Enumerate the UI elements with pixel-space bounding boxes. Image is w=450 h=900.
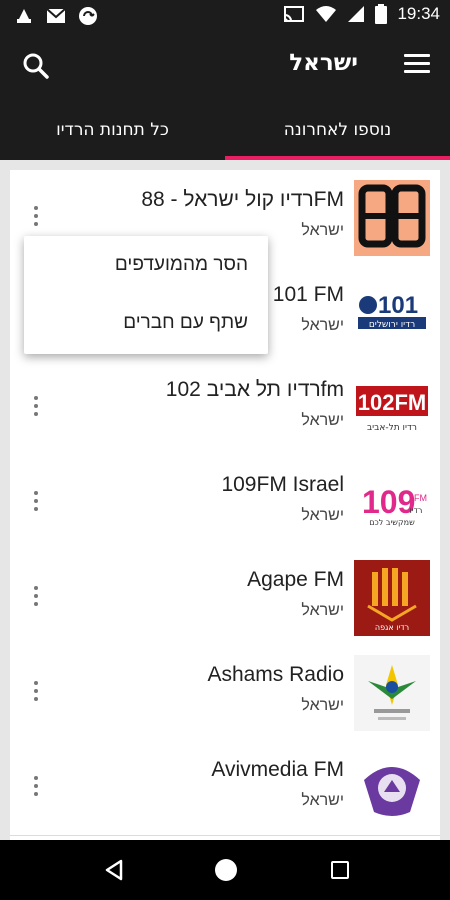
sync-icon: [79, 7, 97, 25]
search-button[interactable]: [22, 52, 50, 80]
station-name: Avivmedia FM: [211, 758, 344, 781]
status-time: 19:34: [397, 4, 440, 23]
mail-icon: [46, 8, 66, 23]
home-button[interactable]: [215, 859, 237, 881]
station-name: 101 FM: [272, 283, 344, 306]
station-country: ישראל: [301, 412, 344, 429]
menu-button[interactable]: [404, 54, 430, 76]
logo-109-icon: 109 FM רדיו שמקשיב לכם: [354, 465, 430, 541]
station-name: Agape FM: [247, 568, 344, 591]
svg-text:101: 101: [378, 292, 418, 319]
station-logo-agape: רדיו אגפה: [354, 560, 430, 636]
station-row[interactable]: 109 FM רדיו שמקשיב לכם 109FM Israel ישרא…: [10, 455, 440, 551]
remove-favorite-option[interactable]: הסר מהמועדפים: [24, 236, 268, 294]
battery-icon: [375, 4, 388, 24]
station-country: ישראל: [301, 792, 344, 809]
wifi-icon: [316, 6, 337, 22]
context-menu: הסר מהמועדפים שתף עם חברים: [24, 236, 268, 354]
logo-88-icon: [354, 180, 430, 256]
logo-agape-sub: רדיו אגפה: [375, 623, 409, 632]
more-options-button[interactable]: [32, 206, 40, 232]
station-logo-aviv: [354, 750, 430, 826]
tab-all-stations[interactable]: כל תחנות הרדיו: [0, 100, 225, 160]
station-row[interactable]: Avivmedia FM ישראל: [10, 740, 440, 836]
system-nav-bar: [0, 840, 450, 900]
station-row[interactable]: 102FM רדיו תל-אביב רדיו תל אביב 102fm יש…: [10, 360, 440, 456]
menu-icon: [404, 54, 430, 73]
signal-icon: [348, 6, 365, 22]
back-button[interactable]: [104, 859, 124, 885]
more-options-button[interactable]: [32, 396, 40, 422]
station-logo-102: 102FM רדיו תל-אביב: [354, 370, 430, 446]
svg-text:FM: FM: [414, 493, 427, 503]
search-icon: [23, 53, 49, 79]
share-option[interactable]: שתף עם חברים: [24, 294, 268, 352]
logo-aviv-icon: [354, 750, 430, 826]
station-name: Ashams Radio: [207, 663, 344, 686]
station-country: ישראל: [301, 697, 344, 714]
status-right-icons: 19:34: [283, 4, 440, 24]
logo-102-icon: 102FM רדיו תל-אביב: [354, 370, 430, 446]
station-name: רדיו קול ישראל - 88FM: [141, 188, 344, 211]
station-logo-109: 109 FM רדיו שמקשיב לכם: [354, 465, 430, 541]
station-logo-88: [354, 180, 430, 256]
station-name: 109FM Israel: [221, 473, 344, 496]
logo-ashams-icon: [354, 655, 430, 731]
svg-text:109: 109: [362, 484, 415, 520]
page-title: ישראל: [289, 50, 358, 76]
station-row[interactable]: Ashams Radio ישראל: [10, 645, 440, 741]
svg-text:102FM: 102FM: [358, 390, 426, 415]
status-bar: 19:34: [0, 0, 450, 32]
more-options-button[interactable]: [32, 681, 40, 707]
more-options-button[interactable]: [32, 491, 40, 517]
tab-bar: כל תחנות הרדיו נוספו לאחרונה: [0, 100, 450, 160]
more-options-button[interactable]: [32, 586, 40, 612]
station-logo-101: 101 רדיו ירושלים: [354, 275, 430, 351]
recents-button[interactable]: [331, 861, 349, 879]
station-country: ישראל: [301, 222, 344, 239]
station-country: ישראל: [301, 507, 344, 524]
station-logo-ashams: [354, 655, 430, 731]
tab-recently-added[interactable]: נוספו לאחרונה: [225, 100, 450, 160]
station-row[interactable]: רדיו אגפה Agape FM ישראל: [10, 550, 440, 646]
app-bar: ישראל: [0, 32, 450, 100]
logo-101-icon: 101 רדיו ירושלים: [354, 275, 430, 351]
cast-icon: [284, 6, 305, 22]
logo-102-sub: רדיו תל-אביב: [367, 423, 417, 433]
logo-109-sub1: רדיו: [410, 506, 423, 515]
status-left-icons: [14, 6, 98, 26]
logo-109-sub2: שמקשיב לכם: [369, 518, 415, 527]
more-options-button[interactable]: [32, 776, 40, 802]
logo-agape-icon: רדיו אגפה: [354, 560, 430, 636]
station-name: רדיו תל אביב 102fm: [165, 378, 344, 401]
station-country: ישראל: [301, 602, 344, 619]
logo-101-sub: רדיו ירושלים: [369, 320, 415, 330]
station-country: ישראל: [301, 317, 344, 334]
android-icon: [17, 9, 31, 23]
back-icon: [105, 859, 123, 881]
